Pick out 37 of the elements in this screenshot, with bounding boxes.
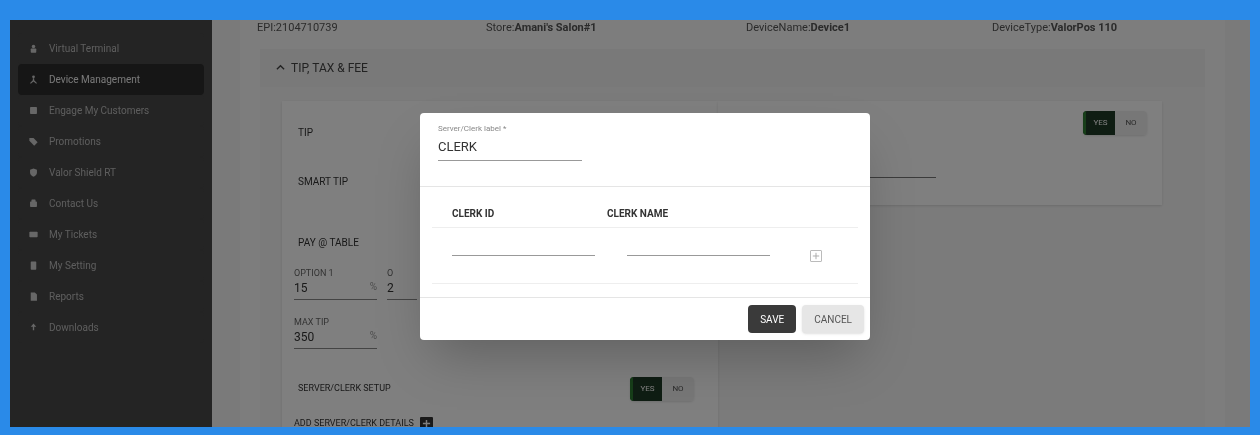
field-label: MAX TIP [294,315,329,328]
info-text: DeviceName:Device1 [746,20,852,36]
field-label: O [387,266,394,279]
sidebar-item[interactable]: Device Management [18,64,204,95]
save-button[interactable]: SAVE [748,305,797,333]
toggle-option[interactable]: NO [1115,110,1147,135]
add-icon[interactable] [419,416,433,427]
input-field[interactable]: 15 % [294,278,377,300]
section-header[interactable]: TIP, TAX & FEE [260,48,1205,87]
input-field[interactable]: 2 [387,278,417,300]
toggle-option[interactable]: YES [630,376,662,401]
toggle-option[interactable]: NO [662,376,694,401]
arrow-icon [28,322,39,333]
tag-icon [28,136,39,147]
label-text: SMART TIP [298,174,349,189]
ticket-icon [28,229,39,240]
label-text: SERVER/CLERK SETUP [297,381,391,395]
label-text: ADD SERVER/CLERK DETAILS [294,416,414,427]
info-text: DeviceType:ValorPos 110 [992,20,1119,36]
toggle-option[interactable]: YES [1083,110,1115,135]
label-text: PAY @ TABLE [298,235,359,250]
document-icon [28,291,39,302]
briefcase-icon [28,198,39,209]
column-header: CLERK NAME [607,207,670,221]
field-label: Server/Clerk label * [438,123,508,135]
cancel-button[interactable]: CANCEL [802,305,864,333]
shield-icon [28,167,39,178]
label-text: TIP [298,125,313,140]
caret-icon [276,63,285,72]
input-field[interactable]: CLERK [438,135,582,161]
info-text: EPI:2104710739 [257,20,339,36]
input-field[interactable]: 350 % [294,327,377,349]
person-icon [28,43,39,54]
card-icon [28,105,39,116]
network-icon [28,74,39,85]
column-header: CLERK ID [451,207,496,221]
info-text: Store:Amani's Salon#1 [486,20,598,36]
